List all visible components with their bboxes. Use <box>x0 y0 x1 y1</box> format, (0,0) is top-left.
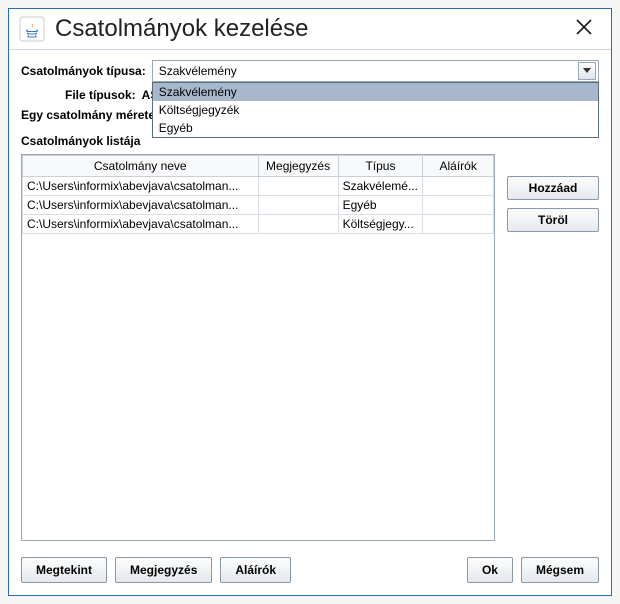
side-buttons: Hozzáad Töröl <box>507 154 599 541</box>
titlebar: Csatolmányok kezelése <box>9 9 611 50</box>
dropdown-option-1[interactable]: Költségjegyzék <box>153 101 598 119</box>
header-type[interactable]: Típus <box>338 156 423 177</box>
note-button[interactable]: Megjegyzés <box>115 557 212 583</box>
content-area: Csatolmányok típusa: Szakvélemény Szakvé… <box>9 50 611 547</box>
signers-button[interactable]: Aláírók <box>220 557 291 583</box>
cell-type: Egyéb <box>338 196 423 215</box>
table-row[interactable]: C:\Users\informix\abevjava\csatolman... … <box>23 177 494 196</box>
file-types-label: File típusok: <box>65 88 136 102</box>
dropdown-option-2[interactable]: Egyéb <box>153 119 598 137</box>
header-signers[interactable]: Aláírók <box>423 156 494 177</box>
bottom-left-buttons: Megtekint Megjegyzés Aláírók <box>21 557 291 583</box>
type-select[interactable]: Szakvélemény Szakvélemény Költségjegyzék… <box>152 60 599 82</box>
add-button[interactable]: Hozzáad <box>507 176 599 200</box>
delete-button[interactable]: Töröl <box>507 208 599 232</box>
dialog-window: Csatolmányok kezelése Csatolmányok típus… <box>8 8 612 596</box>
window-title: Csatolmányok kezelése <box>55 15 308 43</box>
attachments-table: Csatolmány neve Megjegyzés Típus Aláírók… <box>21 154 495 541</box>
bottom-bar: Megtekint Megjegyzés Aláírók Ok Mégsem <box>9 547 611 595</box>
ok-button[interactable]: Ok <box>467 557 513 583</box>
cell-name: C:\Users\informix\abevjava\csatolman... <box>23 196 259 215</box>
table-row[interactable]: C:\Users\informix\abevjava\csatolman... … <box>23 196 494 215</box>
cell-name: C:\Users\informix\abevjava\csatolman... <box>23 215 259 234</box>
table-row[interactable]: C:\Users\informix\abevjava\csatolman... … <box>23 215 494 234</box>
cell-signers <box>423 196 494 215</box>
chevron-down-icon[interactable] <box>578 62 596 80</box>
cell-type: Költségjegy... <box>338 215 423 234</box>
select-box[interactable]: Szakvélemény <box>152 60 599 82</box>
table: Csatolmány neve Megjegyzés Típus Aláírók… <box>22 155 494 234</box>
header-name[interactable]: Csatolmány neve <box>23 156 259 177</box>
close-button[interactable] <box>567 16 601 42</box>
cell-name: C:\Users\informix\abevjava\csatolman... <box>23 177 259 196</box>
dropdown-option-0[interactable]: Szakvélemény <box>153 83 598 101</box>
cell-signers <box>423 177 494 196</box>
cell-note <box>258 196 338 215</box>
header-note[interactable]: Megjegyzés <box>258 156 338 177</box>
dropdown-list: Szakvélemény Költségjegyzék Egyéb <box>152 82 599 138</box>
table-header-row: Csatolmány neve Megjegyzés Típus Aláírók <box>23 156 494 177</box>
cell-type: Szakvélemé... <box>338 177 423 196</box>
list-area: Csatolmány neve Megjegyzés Típus Aláírók… <box>21 154 599 541</box>
java-icon <box>19 16 45 42</box>
cell-note <box>258 215 338 234</box>
cell-signers <box>423 215 494 234</box>
type-label: Csatolmányok típusa: <box>21 64 146 78</box>
view-button[interactable]: Megtekint <box>21 557 107 583</box>
type-row: Csatolmányok típusa: Szakvélemény Szakvé… <box>21 60 599 82</box>
select-value: Szakvélemény <box>159 64 237 78</box>
cell-note <box>258 177 338 196</box>
bottom-right-buttons: Ok Mégsem <box>467 557 599 583</box>
cancel-button[interactable]: Mégsem <box>521 557 599 583</box>
titlebar-left: Csatolmányok kezelése <box>19 15 308 43</box>
